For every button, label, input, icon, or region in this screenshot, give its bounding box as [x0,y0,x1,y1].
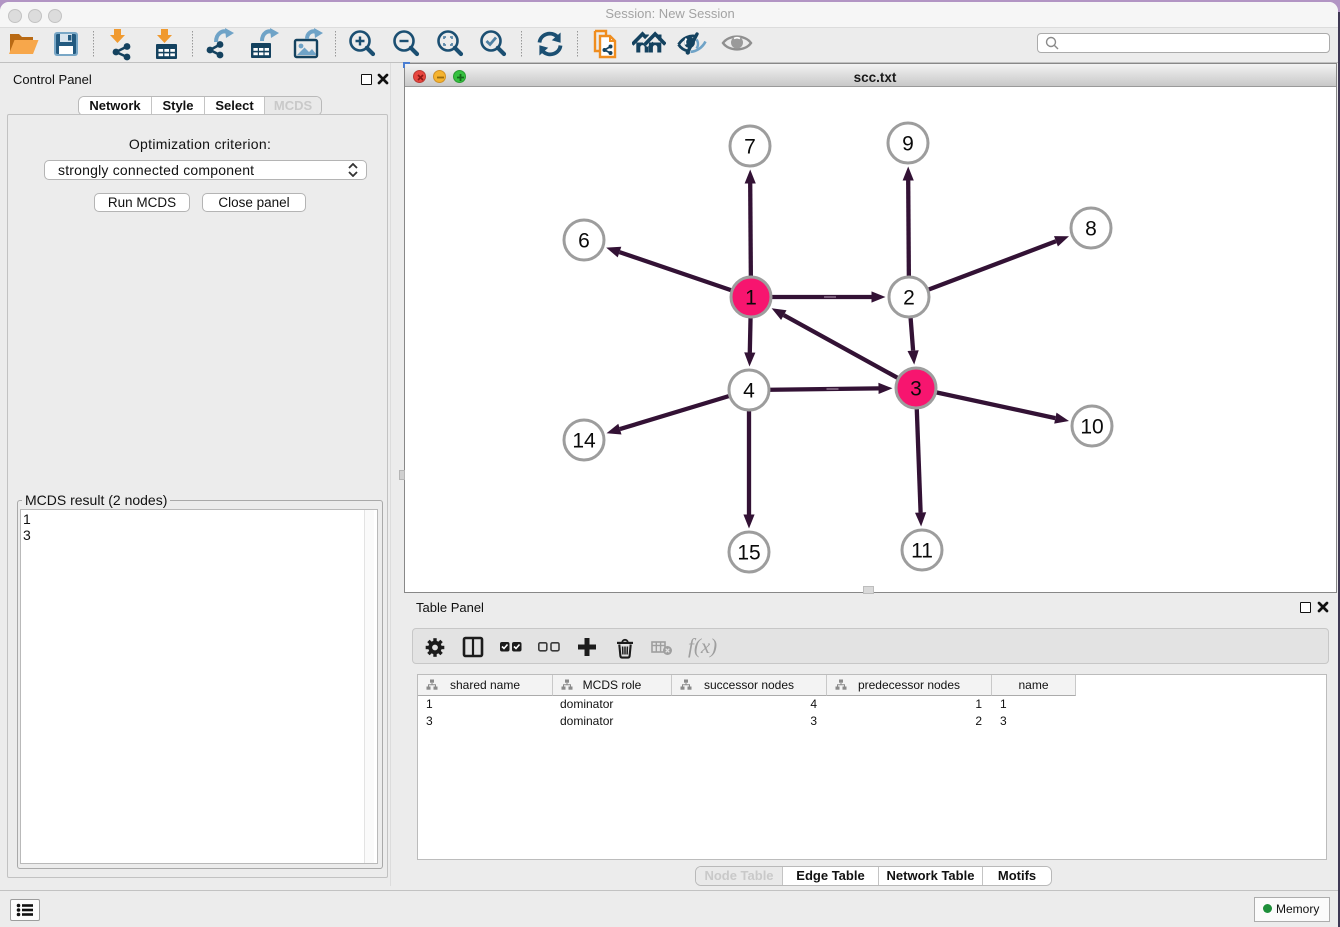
svg-text:11: 11 [911,540,933,563]
svg-text:14: 14 [572,430,596,453]
svg-text:6: 6 [578,230,590,253]
svg-text:7: 7 [744,136,756,159]
svg-text:8: 8 [1085,218,1097,241]
svg-text:15: 15 [737,542,760,565]
svg-text:4: 4 [743,380,755,403]
svg-text:10: 10 [1080,416,1103,439]
svg-text:1: 1 [745,287,757,310]
svg-text:2: 2 [903,287,915,310]
svg-text:9: 9 [902,133,914,156]
svg-text:3: 3 [910,378,922,401]
